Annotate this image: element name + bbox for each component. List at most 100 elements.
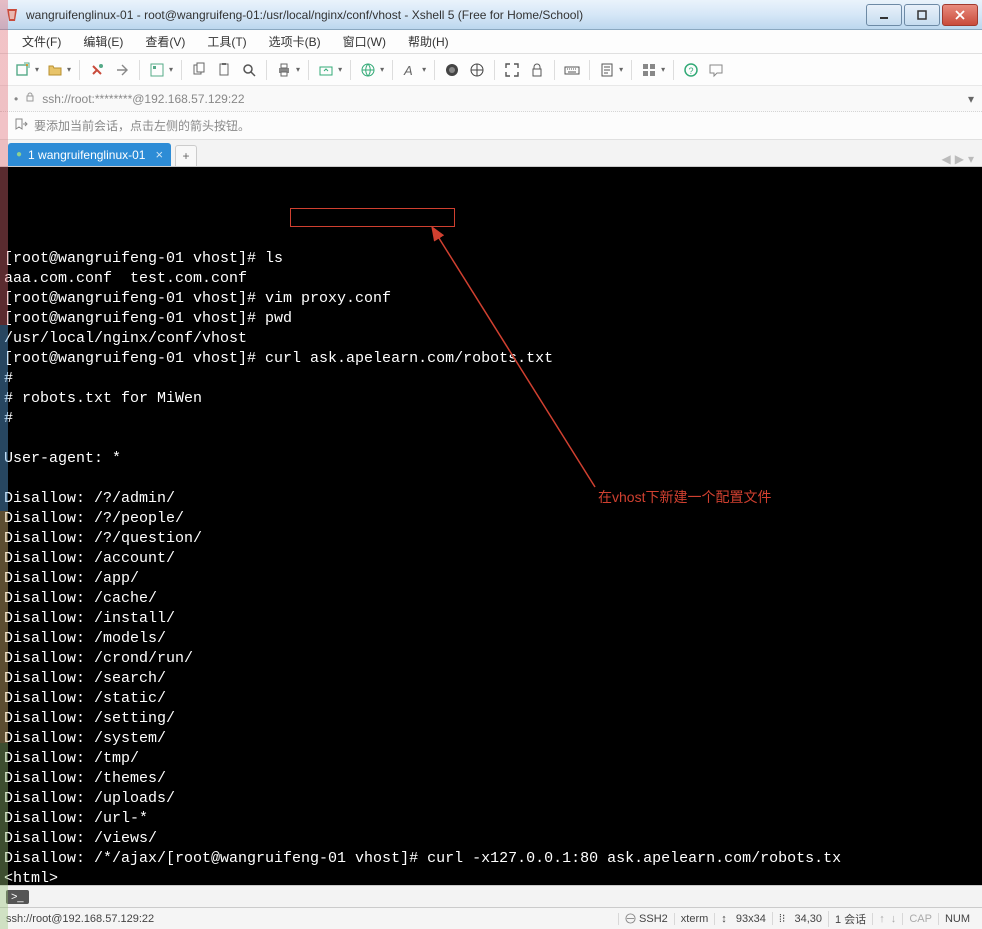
compose-bar: >_ <box>0 885 982 907</box>
tab-nav-arrows: ◀ ▶ ▾ <box>942 152 975 166</box>
window-title: wangruifenglinux-01 - root@wangruifeng-0… <box>26 8 864 22</box>
terminal-output[interactable]: 在vhost下新建一个配置文件 [root@wangruifeng-01 vho… <box>0 167 982 885</box>
chevron-down-icon[interactable]: ▾ <box>380 65 384 74</box>
print-icon[interactable] <box>273 59 295 81</box>
tab-list-icon[interactable]: ▾ <box>968 152 974 166</box>
close-button[interactable] <box>942 4 978 26</box>
terminal-line: Disallow: /views/ <box>4 829 978 849</box>
paste-icon[interactable] <box>213 59 235 81</box>
globe-icon[interactable] <box>357 59 379 81</box>
menu-bar: 文件(F) 编辑(E) 查看(V) 工具(T) 选项卡(B) 窗口(W) 帮助(… <box>0 30 982 54</box>
status-connection: ssh://root@192.168.57.129:22 <box>6 913 618 925</box>
menu-edit[interactable]: 编辑(E) <box>75 30 131 53</box>
chevron-down-icon[interactable]: ▾ <box>619 65 623 74</box>
chevron-down-icon[interactable]: ▾ <box>338 65 342 74</box>
new-tab-button[interactable]: + <box>175 145 197 166</box>
tab-label: 1 wangruifenglinux-01 <box>28 148 145 162</box>
chevron-down-icon[interactable]: ▾ <box>67 65 71 74</box>
tab-prev-icon[interactable]: ◀ <box>942 152 951 166</box>
chevron-down-icon[interactable]: ▾ <box>35 65 39 74</box>
toolbar-separator <box>554 60 555 80</box>
terminal-line: Disallow: /tmp/ <box>4 749 978 769</box>
toolbar-separator <box>79 60 80 80</box>
svg-text:?: ? <box>689 66 694 76</box>
terminal-line: Disallow: /system/ <box>4 729 978 749</box>
chevron-down-icon[interactable]: ▾ <box>422 65 426 74</box>
terminal-line: Disallow: /cache/ <box>4 589 978 609</box>
terminal-line <box>4 429 978 449</box>
connection-status-icon: ● <box>16 149 22 160</box>
status-sessions: 1 会话 <box>828 911 872 927</box>
svg-text:A: A <box>403 63 413 78</box>
session-tab[interactable]: ● 1 wangruifenglinux-01 × <box>8 143 171 166</box>
find-icon[interactable] <box>238 59 260 81</box>
menu-help[interactable]: 帮助(H) <box>400 30 457 53</box>
status-size: ↕ 93x34 <box>714 913 772 925</box>
status-num: NUM <box>938 913 976 925</box>
toolbar-separator <box>673 60 674 80</box>
menu-view[interactable]: 查看(V) <box>137 30 193 53</box>
new-session-icon[interactable] <box>12 59 34 81</box>
feedback-icon[interactable] <box>705 59 727 81</box>
chevron-down-icon[interactable]: ▾ <box>296 65 300 74</box>
bullet-icon: • <box>14 92 18 106</box>
menu-tab[interactable]: 选项卡(B) <box>261 30 329 53</box>
toolbar-separator <box>392 60 393 80</box>
expand-toggle-icon[interactable]: ▾ <box>968 92 974 106</box>
status-cap: CAP <box>902 913 938 925</box>
terminal-line: Disallow: /uploads/ <box>4 789 978 809</box>
terminal-line: Disallow: /themes/ <box>4 769 978 789</box>
address-text[interactable]: ssh://root:********@192.168.57.129:22 <box>42 92 244 106</box>
color-icon[interactable] <box>441 59 463 81</box>
tab-bar: ● 1 wangruifenglinux-01 × + ◀ ▶ ▾ <box>0 140 982 167</box>
menu-tools[interactable]: 工具(T) <box>199 30 254 53</box>
terminal-line: # <box>4 369 978 389</box>
status-term: xterm <box>674 913 715 925</box>
terminal-line: Disallow: /search/ <box>4 669 978 689</box>
terminal-line: Disallow: /static/ <box>4 689 978 709</box>
hint-text: 要添加当前会话，点击左侧的箭头按钮。 <box>34 117 250 134</box>
toolbar-separator <box>631 60 632 80</box>
terminal-line: Disallow: /?/question/ <box>4 529 978 549</box>
keyboard-icon[interactable] <box>561 59 583 81</box>
terminal-line <box>4 469 978 489</box>
highlight-icon[interactable] <box>466 59 488 81</box>
open-folder-icon[interactable] <box>44 59 66 81</box>
reconnect-icon[interactable] <box>86 59 108 81</box>
tab-next-icon[interactable]: ▶ <box>955 152 964 166</box>
chevron-down-icon[interactable]: ▾ <box>169 65 173 74</box>
menu-file[interactable]: 文件(F) <box>14 30 69 53</box>
toolbar-separator <box>589 60 590 80</box>
toolbar-separator <box>308 60 309 80</box>
lock-icon[interactable] <box>526 59 548 81</box>
properties-icon[interactable] <box>146 59 168 81</box>
xftp-icon[interactable] <box>315 59 337 81</box>
terminal-line: [root@wangruifeng-01 vhost]# vim proxy.c… <box>4 289 978 309</box>
lock-small-icon <box>24 91 36 106</box>
close-tab-icon[interactable]: × <box>155 147 163 162</box>
chevron-down-icon[interactable]: ▾ <box>661 65 665 74</box>
disconnect-icon[interactable] <box>111 59 133 81</box>
compose-toggle-icon[interactable]: >_ <box>6 890 29 904</box>
terminal-line: [root@wangruifeng-01 vhost]# ls <box>4 249 978 269</box>
annotation-highlight-box <box>290 208 455 227</box>
layout-icon[interactable] <box>638 59 660 81</box>
terminal-line: Disallow: /*/ajax/[root@wangruifeng-01 v… <box>4 849 978 869</box>
fullscreen-icon[interactable] <box>501 59 523 81</box>
terminal-line: # robots.txt for MiWen <box>4 389 978 409</box>
font-icon[interactable]: A <box>399 59 421 81</box>
status-updown-icon: ↑ ↓ <box>872 913 902 925</box>
terminal-line: Disallow: /account/ <box>4 549 978 569</box>
menu-window[interactable]: 窗口(W) <box>335 30 394 53</box>
help-icon[interactable]: ? <box>680 59 702 81</box>
terminal-line: Disallow: /?/admin/ <box>4 489 978 509</box>
toolbar-separator <box>181 60 182 80</box>
terminal-line: # <box>4 409 978 429</box>
terminal-line: <html> <box>4 869 978 885</box>
copy-icon[interactable] <box>188 59 210 81</box>
terminal-line: [root@wangruifeng-01 vhost]# pwd <box>4 309 978 329</box>
script-icon[interactable] <box>596 59 618 81</box>
minimize-button[interactable] <box>866 4 902 26</box>
maximize-button[interactable] <box>904 4 940 26</box>
bookmark-arrow-icon[interactable] <box>14 117 28 134</box>
